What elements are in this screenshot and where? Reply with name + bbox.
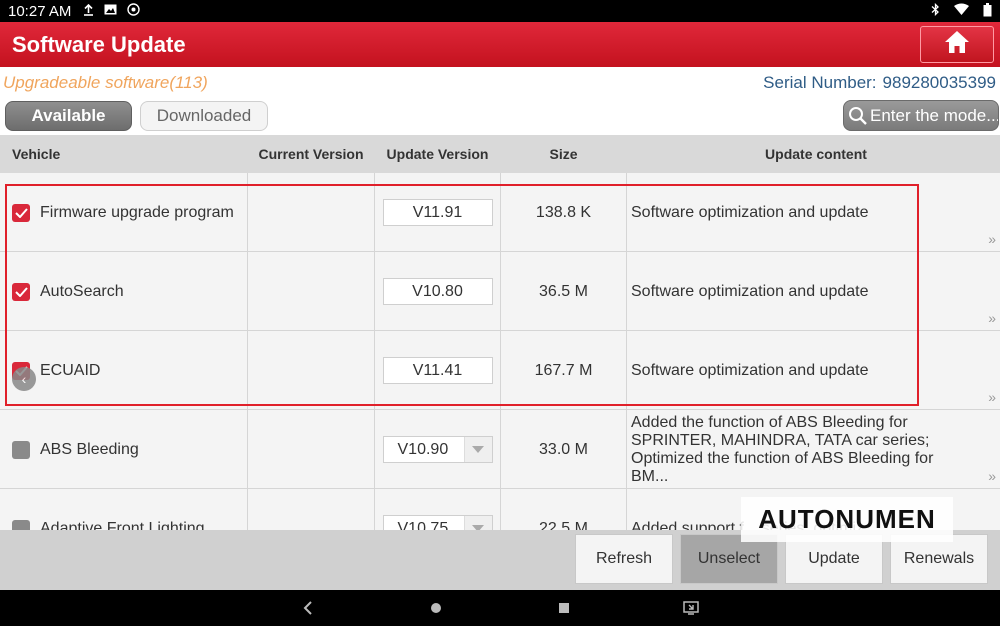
row-checkbox[interactable]	[12, 440, 30, 459]
row-checkbox[interactable]	[12, 282, 30, 301]
floating-back-button[interactable]: ‹	[12, 367, 36, 391]
header-update-content: Update content	[765, 146, 867, 162]
title-bar: Software Update	[0, 22, 1000, 67]
current-version	[248, 252, 375, 331]
row-checkbox[interactable]	[12, 519, 30, 530]
upload-icon	[83, 3, 94, 19]
vehicle-name: AutoSearch	[40, 282, 124, 300]
back-icon[interactable]	[298, 599, 318, 617]
row-checkbox[interactable]	[12, 203, 30, 222]
update-content: Software optimization and update	[631, 361, 869, 379]
update-version-field[interactable]: V11.91	[382, 199, 493, 226]
vehicle-name: ABS Bleeding	[40, 440, 139, 458]
home-button[interactable]	[920, 26, 994, 63]
file-size: 138.8 K	[501, 173, 627, 252]
serial-value: 989280035399	[882, 73, 996, 92]
vehicle-name: ECUAID	[40, 361, 101, 379]
vehicle-name: Adaptive Front Lighting	[40, 519, 205, 531]
search-input[interactable]: Enter the mode...	[843, 100, 999, 131]
update-version-field[interactable]: V11.41	[382, 357, 493, 384]
update-version-dropdown[interactable]: V10.75	[382, 515, 493, 531]
dropdown-arrow-icon	[463, 516, 492, 530]
tab-bar: Available Downloaded Enter the mode...	[0, 97, 1000, 135]
home-icon	[944, 30, 970, 59]
page-title: Software Update	[12, 31, 186, 57]
current-version	[248, 173, 375, 252]
watermark: AUTONUMEN	[741, 497, 953, 542]
file-size: 22.5 M	[501, 489, 627, 530]
table-row[interactable]: Firmware upgrade program V11.91 138.8 K …	[0, 173, 1000, 252]
header-update-version: Update Version	[386, 146, 489, 162]
info-bar: Upgradeable software(113) Serial Number:…	[0, 67, 1000, 97]
expand-chevron-icon[interactable]: »	[988, 231, 996, 247]
file-size: 33.0 M	[501, 410, 627, 489]
serial-label: Serial Number:	[763, 73, 877, 92]
header-size: Size	[549, 146, 578, 162]
header-current-version: Current Version	[258, 146, 364, 162]
software-table: Firmware upgrade program V11.91 138.8 K …	[0, 173, 1000, 530]
update-version-dropdown[interactable]: V10.90	[382, 436, 493, 463]
table-row[interactable]: AutoSearch V10.80 36.5 M Software optimi…	[0, 252, 1000, 331]
tab-downloaded[interactable]: Downloaded	[140, 101, 268, 131]
chevron-left-icon: ‹	[21, 371, 27, 387]
update-content: Added the function of ABS Bleeding for S…	[631, 413, 934, 485]
navigation-bar	[0, 590, 1000, 626]
current-version	[248, 331, 375, 410]
header-vehicle: Vehicle	[12, 146, 61, 162]
tab-available[interactable]: Available	[5, 101, 132, 131]
screenshot-icon[interactable]	[681, 599, 701, 617]
file-size: 167.7 M	[501, 331, 627, 410]
bluetooth-icon	[931, 2, 940, 20]
home-circle-icon[interactable]	[426, 599, 446, 617]
status-bar: 10:27 AM	[0, 0, 1000, 22]
refresh-button[interactable]: Refresh	[575, 534, 673, 584]
recents-icon[interactable]	[554, 599, 574, 617]
dropdown-arrow-icon	[463, 437, 492, 462]
file-size: 36.5 M	[501, 252, 627, 331]
upgradeable-count: Upgradeable software(113)	[3, 73, 208, 92]
serial-number: Serial Number: 989280035399	[763, 73, 996, 93]
update-version-field[interactable]: V10.80	[382, 278, 493, 305]
battery-icon	[983, 2, 992, 20]
wifi-icon	[954, 3, 969, 20]
search-placeholder: Enter the mode...	[870, 105, 999, 125]
update-version-value: V10.90	[397, 440, 449, 458]
table-row[interactable]: ECUAID V11.41 167.7 M Software optimizat…	[0, 331, 1000, 410]
expand-chevron-icon[interactable]: »	[988, 389, 996, 405]
update-content: Software optimization and update	[631, 282, 869, 300]
current-version	[248, 410, 375, 489]
expand-chevron-icon[interactable]: »	[988, 310, 996, 326]
image-icon	[104, 4, 117, 18]
vehicle-name: Firmware upgrade program	[40, 203, 234, 221]
table-row[interactable]: ABS Bleeding V10.90 33.0 M Added the fun…	[0, 410, 1000, 489]
current-version	[248, 489, 375, 530]
status-time: 10:27 AM	[8, 2, 72, 20]
update-version-value: V10.75	[397, 519, 449, 531]
expand-chevron-icon[interactable]: »	[988, 468, 996, 484]
table-header: Vehicle Current Version Update Version S…	[0, 135, 1000, 173]
settings-icon	[127, 3, 141, 19]
search-icon	[848, 106, 868, 126]
update-content: Software optimization and update	[631, 203, 869, 221]
